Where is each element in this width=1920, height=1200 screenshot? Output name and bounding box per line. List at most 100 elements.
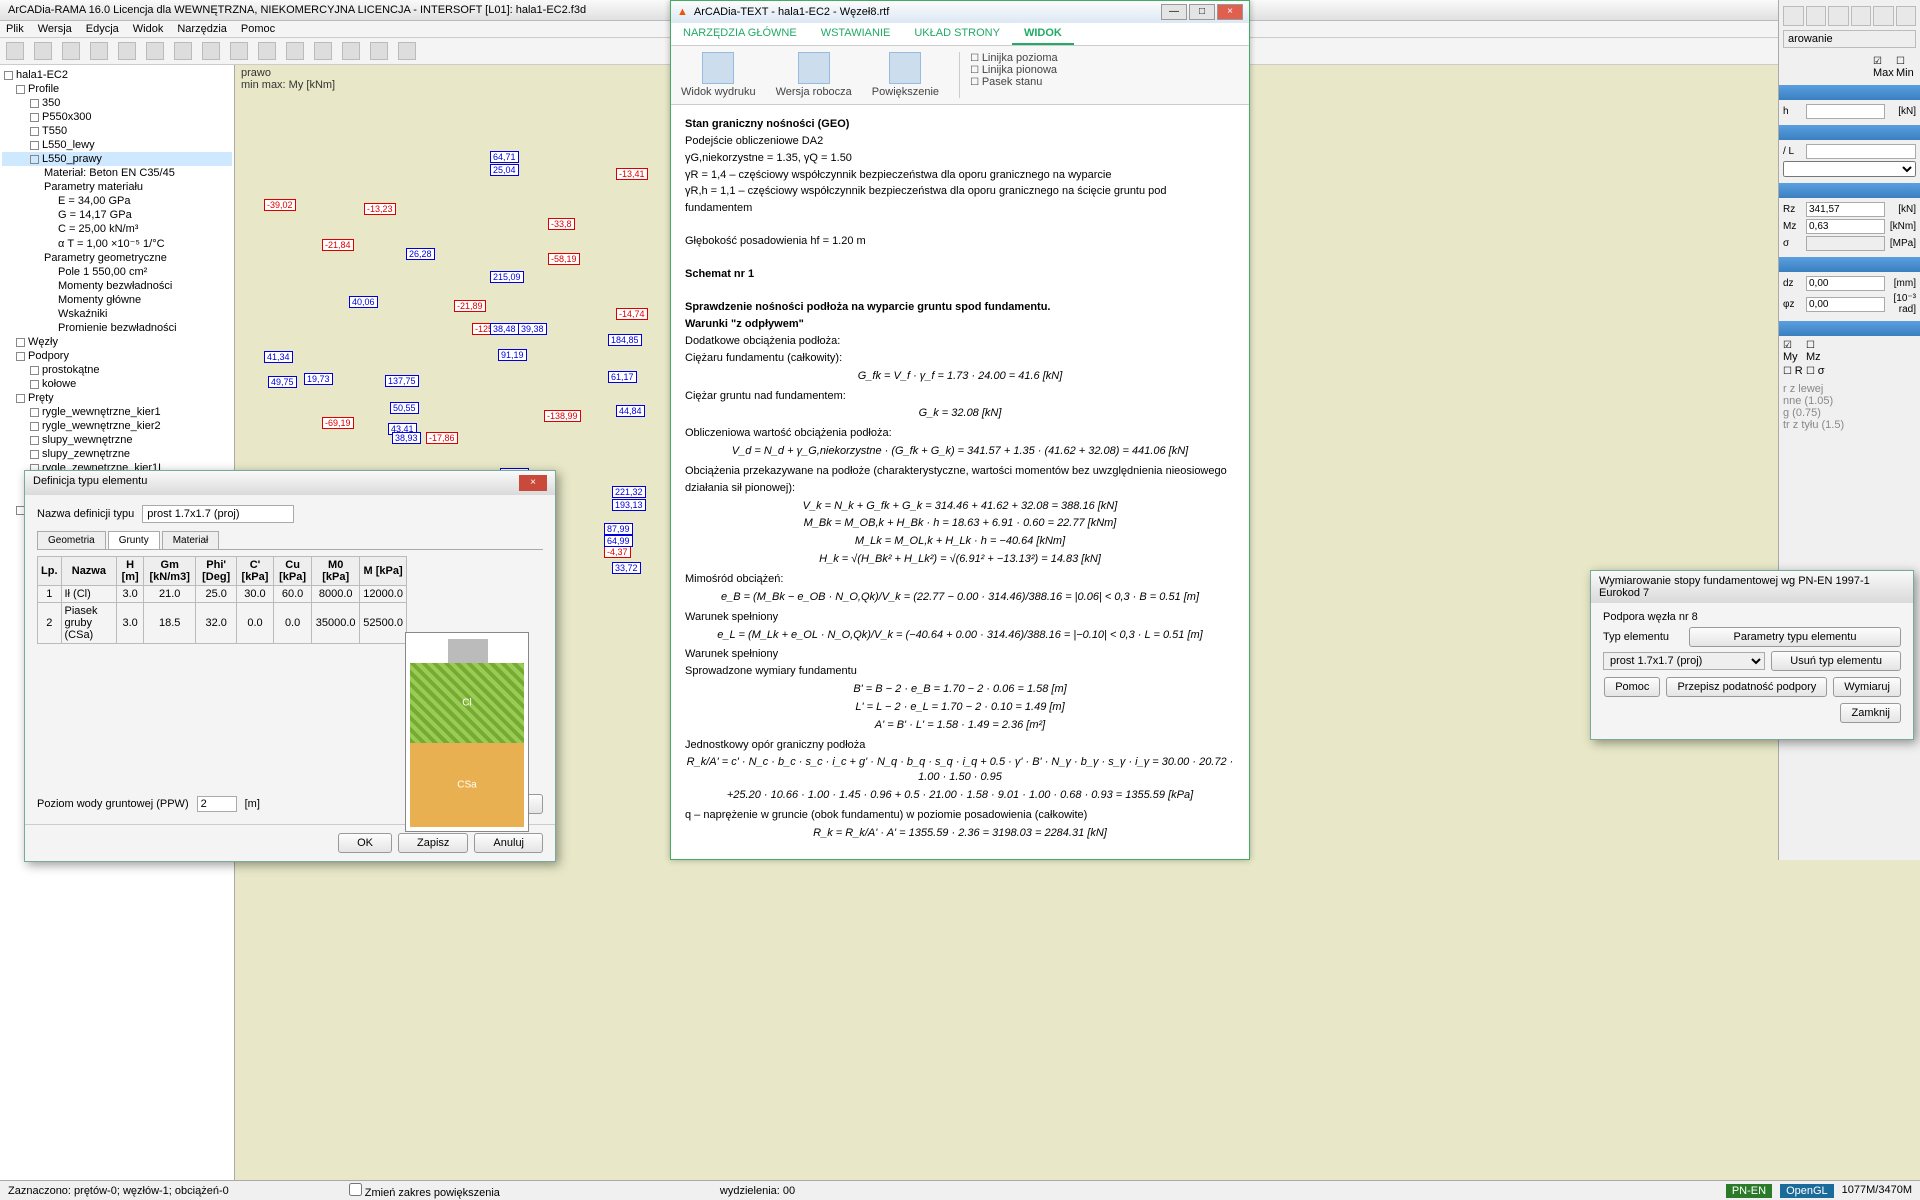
panel-btn4-icon[interactable]: [1851, 6, 1872, 26]
tb-rotate-icon[interactable]: [230, 42, 248, 60]
panel-btn1-icon[interactable]: [1783, 6, 1804, 26]
dialog-definicja-typu[interactable]: Definicja typu elementu × Nazwa definicj…: [24, 470, 556, 862]
dlg-def-close-icon[interactable]: ×: [519, 475, 547, 491]
text-window[interactable]: ▲ ArCADia-TEXT - hala1-EC2 - Węzeł8.rtf …: [670, 0, 1250, 860]
tb-redo-icon[interactable]: [314, 42, 332, 60]
chk-max[interactable]: ☑ Max: [1873, 56, 1893, 79]
grunty-table[interactable]: Lp. Nazwa H [m] Gm [kN/m3] Phi' [Deg] C'…: [37, 556, 407, 644]
tb-axis-icon[interactable]: [146, 42, 164, 60]
tree-mombez[interactable]: Momenty bezwładności: [2, 279, 232, 293]
chk-pasek-stanu[interactable]: ☐ Pasek stanu: [970, 76, 1058, 88]
chk-r[interactable]: ☐ R: [1783, 365, 1803, 377]
dlg-def-title[interactable]: Definicja typu elementu ×: [25, 471, 555, 495]
tb-cut-icon[interactable]: [174, 42, 192, 60]
textwin-titlebar[interactable]: ▲ ArCADia-TEXT - hala1-EC2 - Węzeł8.rtf …: [671, 1, 1249, 23]
document-body[interactable]: Stan graniczny nośności (GEO) Podejście …: [671, 105, 1249, 853]
tree-prety[interactable]: Pręty: [2, 391, 232, 405]
min-button[interactable]: —: [1161, 4, 1187, 20]
inp-phi[interactable]: [1806, 297, 1885, 312]
inp-rz[interactable]: [1806, 202, 1885, 217]
tb-calc-icon[interactable]: [370, 42, 388, 60]
tree-rw1[interactable]: rygle_wewnętrzne_kier1: [2, 405, 232, 419]
menu-wersja[interactable]: Wersja: [38, 23, 72, 35]
tb-3d-icon[interactable]: [398, 42, 416, 60]
tree-profile[interactable]: Profile: [2, 82, 232, 96]
tree-wezly[interactable]: Węzły: [2, 335, 232, 349]
dialog-wymiarowanie[interactable]: Wymiarowanie stopy fundamentowej wg PN-E…: [1590, 570, 1914, 740]
tb-print-icon[interactable]: [90, 42, 108, 60]
table-row[interactable]: 2Piasek gruby (CSa)3.018.532.00.00.03500…: [38, 603, 407, 644]
grp-widok-wydruku[interactable]: Widok wydruku: [681, 52, 756, 98]
tree-podpory[interactable]: Podpory: [2, 349, 232, 363]
btn-anuluj[interactable]: Anuluj: [474, 833, 543, 853]
tree-param-mat[interactable]: Parametry materiału: [2, 180, 232, 194]
btn-zapisz[interactable]: Zapisz: [398, 833, 468, 853]
close-button[interactable]: ×: [1217, 4, 1243, 20]
tab-widok[interactable]: WIDOK: [1012, 23, 1074, 45]
btn-przepisz[interactable]: Przepisz podatność podpory: [1666, 677, 1827, 697]
chk-my[interactable]: ☑ My: [1783, 340, 1803, 363]
chk-linijka-poz[interactable]: ☐ Linijka pozioma: [970, 52, 1058, 64]
grp-wersja-robocza[interactable]: Wersja robocza: [776, 52, 852, 98]
tree-rw2[interactable]: rygle_wewnętrzne_kier2: [2, 419, 232, 433]
tab-material[interactable]: Materiał: [162, 531, 220, 549]
menu-edycja[interactable]: Edycja: [86, 23, 119, 35]
btn-usun-typ[interactable]: Usuń typ elementu: [1771, 651, 1901, 671]
tree-l550p[interactable]: L550_prawy: [2, 152, 232, 166]
btn-wymiaruj[interactable]: Wymiaruj: [1833, 677, 1901, 697]
inp-mz[interactable]: [1806, 219, 1885, 234]
tree-350[interactable]: 350: [2, 96, 232, 110]
panel-tab[interactable]: arowanie: [1783, 30, 1916, 48]
tb-save-icon[interactable]: [62, 42, 80, 60]
tree-wsk[interactable]: Wskaźniki: [2, 307, 232, 321]
btn-ok[interactable]: OK: [338, 833, 392, 853]
tree-prostokatne[interactable]: prostokątne: [2, 363, 232, 377]
inp-dz[interactable]: [1806, 276, 1885, 291]
tb-open-icon[interactable]: [34, 42, 52, 60]
chk-sig[interactable]: ☐ σ: [1806, 365, 1826, 377]
sel-typ-elementu[interactable]: prost 1.7x1.7 (proj): [1603, 652, 1765, 670]
ribbon-tabs[interactable]: NARZĘDZIA GŁÓWNE WSTAWIANIE UKŁAD STRONY…: [671, 23, 1249, 46]
inp-ppw[interactable]: [197, 796, 237, 812]
panel-btn3-icon[interactable]: [1828, 6, 1849, 26]
tb-undo-icon[interactable]: [286, 42, 304, 60]
tree-sz[interactable]: slupy_zewnętrzne: [2, 447, 232, 461]
tab-narzedzia[interactable]: NARZĘDZIA GŁÓWNE: [671, 23, 809, 45]
menu-narzedzia[interactable]: Narzędzia: [177, 23, 227, 35]
panel-btn2-icon[interactable]: [1806, 6, 1827, 26]
tree-l550l[interactable]: L550_lewy: [2, 138, 232, 152]
tree-sw[interactable]: slupy_wewnętrzne: [2, 433, 232, 447]
tree-momgl[interactable]: Momenty główne: [2, 293, 232, 307]
menu-plik[interactable]: Plik: [6, 23, 24, 35]
panel-btn5-icon[interactable]: [1873, 6, 1894, 26]
panel-close-icon[interactable]: [1896, 6, 1917, 26]
tab-wstawianie[interactable]: WSTAWIANIE: [809, 23, 903, 45]
btn-pomoc[interactable]: Pomoc: [1604, 677, 1660, 697]
chk-mz[interactable]: ☐ Mz: [1806, 340, 1826, 363]
inp-nazwa-def[interactable]: [142, 505, 294, 523]
chk-linijka-pion[interactable]: ☐ Linijka pionowa: [970, 64, 1058, 76]
menu-pomoc[interactable]: Pomoc: [241, 23, 275, 35]
tab-grunty[interactable]: Grunty: [108, 531, 160, 549]
btn-zamknij[interactable]: Zamknij: [1840, 703, 1901, 723]
grp-powiekszenie[interactable]: Powiększenie: [872, 52, 939, 98]
tb-grid-icon[interactable]: [118, 42, 136, 60]
tab-geometria[interactable]: Geometria: [37, 531, 106, 549]
tb-delete-icon[interactable]: [258, 42, 276, 60]
tb-new-icon[interactable]: [6, 42, 24, 60]
btn-parametry[interactable]: Parametry typu elementu: [1689, 627, 1901, 647]
tab-uklad[interactable]: UKŁAD STRONY: [902, 23, 1012, 45]
tree-param-geom[interactable]: Parametry geometryczne: [2, 251, 232, 265]
max-button[interactable]: □: [1189, 4, 1215, 20]
menu-widok[interactable]: Widok: [133, 23, 164, 35]
tree-material[interactable]: Materiał: Beton EN C35/45: [2, 166, 232, 180]
sel-1[interactable]: [1783, 161, 1916, 177]
inp-sigma[interactable]: [1806, 236, 1885, 251]
tree-root[interactable]: hala1-EC2: [2, 68, 232, 82]
tree-kolowe[interactable]: kołowe: [2, 377, 232, 391]
inp-h[interactable]: [1806, 104, 1885, 119]
dlg-def-tabs[interactable]: Geometria Grunty Materiał: [37, 531, 543, 550]
table-row[interactable]: 1Ił (Cl)3.021.025.030.060.08000.012000.0: [38, 586, 407, 603]
tree-p550x300[interactable]: P550x300: [2, 110, 232, 124]
chk-min[interactable]: ☐ Min: [1896, 56, 1916, 79]
